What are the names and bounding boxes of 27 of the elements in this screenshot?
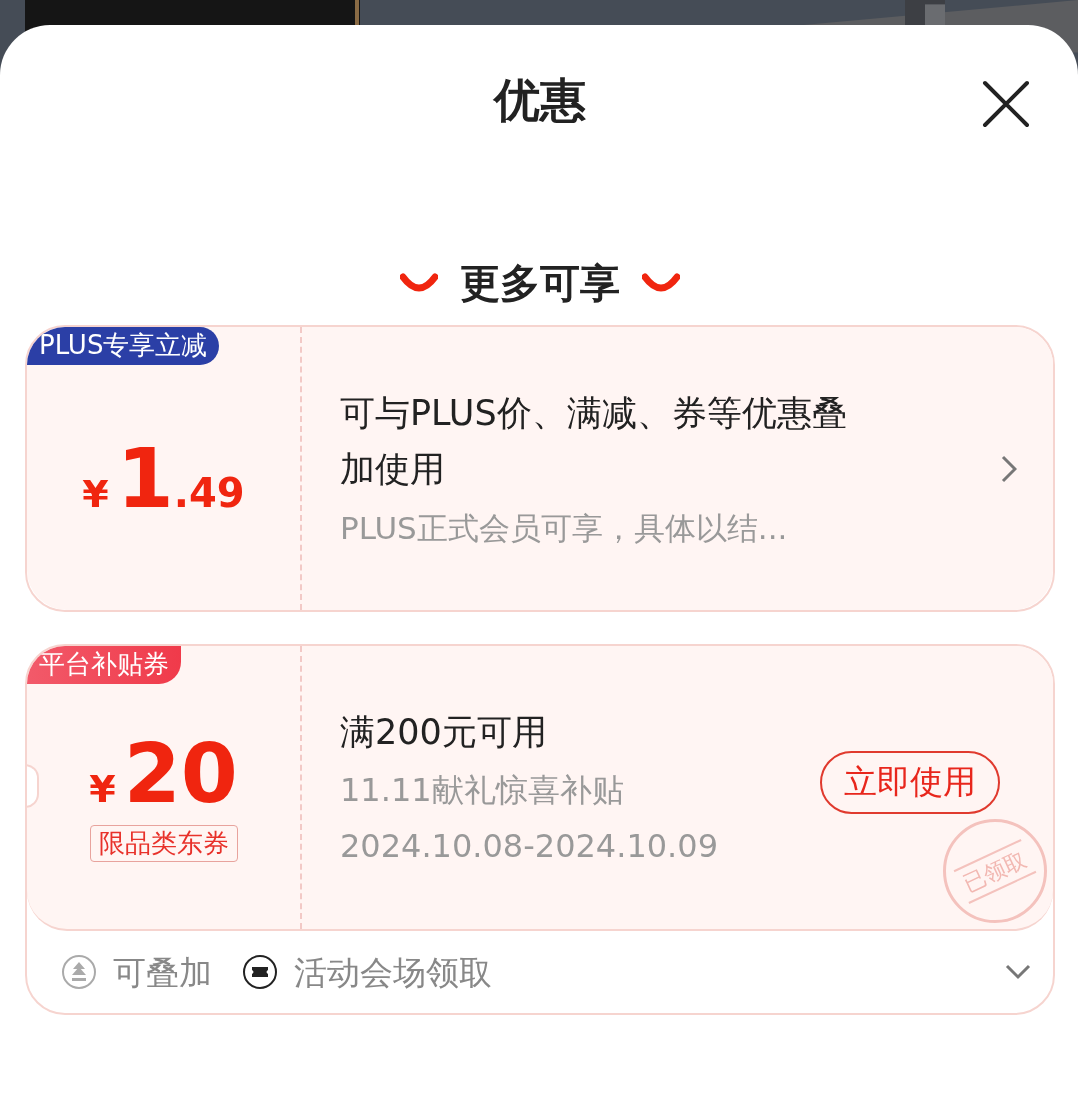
scope-label: 限品类东券 [89, 824, 238, 863]
offer-title: 可与PLUS价、满减、券等优惠叠加使用 [340, 392, 848, 492]
offer-subtitle: PLUS正式会员可享，具体以结... [340, 509, 789, 549]
price-amount: 20 [123, 732, 238, 815]
price-amount: 1 [116, 437, 174, 520]
ticket-icon [242, 954, 278, 990]
footer-label: 可叠加 [113, 955, 212, 989]
offer-detail: 2024.10.08-2024.10.09 [340, 825, 719, 867]
chevron-right-icon[interactable] [1001, 454, 1017, 483]
offer-card[interactable]: PLUS专享立减 ¥1.49 可与PLUS价、满减、券等优惠叠加使用 PLUS正式会员可享，具体以结... [25, 325, 1055, 612]
smile-icon [642, 272, 680, 293]
use-now-button[interactable]: 立即使用 [820, 751, 1000, 814]
currency-symbol: ¥ [89, 769, 116, 808]
price-decimal: .49 [173, 472, 245, 513]
footer-label: 活动会场领取 [294, 955, 492, 989]
claimed-stamp: 已领取 [943, 819, 1047, 923]
stack-icon [61, 954, 97, 990]
offer-title: 满200元可用 [340, 710, 548, 754]
close-icon[interactable] [981, 79, 1031, 129]
offer-tag: 平台补贴券 [27, 646, 181, 684]
section-title: 更多可享 [460, 262, 620, 303]
smile-icon [400, 272, 438, 293]
sheet-title: 优惠 [494, 77, 586, 123]
offer-tag: PLUS专享立减 [27, 327, 220, 365]
offer-detail: 11.11献礼惊喜补贴 [340, 769, 625, 811]
chevron-down-icon[interactable] [1005, 964, 1031, 980]
currency-symbol: ¥ [82, 474, 109, 513]
